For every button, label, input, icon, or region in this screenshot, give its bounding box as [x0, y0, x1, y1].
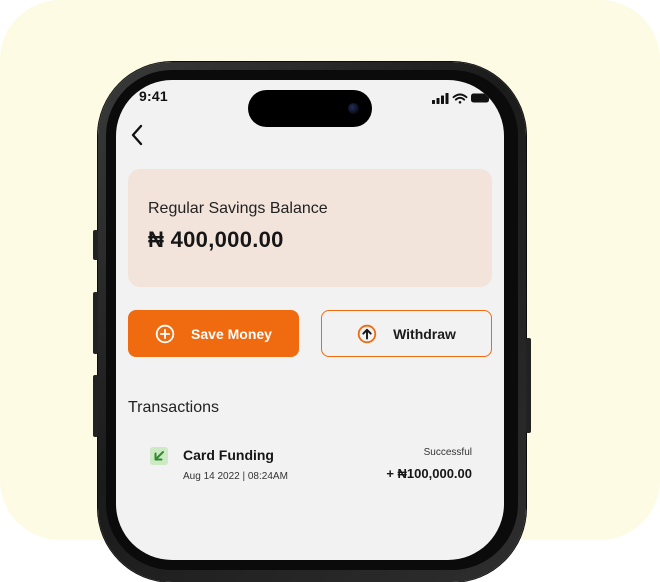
wifi-icon	[452, 93, 468, 104]
balance-card: Regular Savings Balance ₦ 400,000.00	[128, 169, 492, 287]
back-button[interactable]	[124, 120, 150, 150]
balance-label: Regular Savings Balance	[148, 200, 328, 217]
save-money-label: Save Money	[191, 325, 272, 342]
transaction-row[interactable]: Card Funding Aug 14 2022 | 08:24AM Succe…	[128, 440, 492, 500]
cellular-signal-icon	[432, 93, 449, 104]
withdraw-button[interactable]: Withdraw	[321, 310, 492, 357]
transaction-date: Aug 14 2022 | 08:24AM	[183, 471, 288, 482]
transaction-status: Successful	[423, 447, 472, 458]
withdraw-label: Withdraw	[393, 325, 456, 342]
balance-amount: ₦ 400,000.00	[148, 227, 284, 252]
save-money-button[interactable]: Save Money	[128, 310, 299, 357]
arrow-up-circle-icon	[357, 324, 377, 344]
battery-icon	[471, 93, 489, 103]
transaction-name: Card Funding	[183, 447, 274, 463]
transaction-amount: + ₦100,000.00	[386, 466, 472, 481]
status-icons	[430, 91, 490, 105]
arrow-down-left-icon	[150, 447, 168, 465]
status-time: 9:41	[139, 88, 168, 104]
dynamic-island	[248, 90, 372, 127]
phone-action-button	[93, 230, 98, 260]
phone-volume-up-button	[93, 292, 98, 354]
phone-power-button	[526, 338, 531, 433]
plus-circle-icon	[155, 324, 175, 344]
phone-volume-down-button	[93, 375, 98, 437]
transactions-heading: Transactions	[128, 399, 219, 416]
front-camera	[348, 103, 359, 114]
phone-screen: 9:41 Regular Savings Balance ₦ 400,000.0…	[116, 80, 504, 560]
chevron-left-icon	[131, 124, 143, 146]
